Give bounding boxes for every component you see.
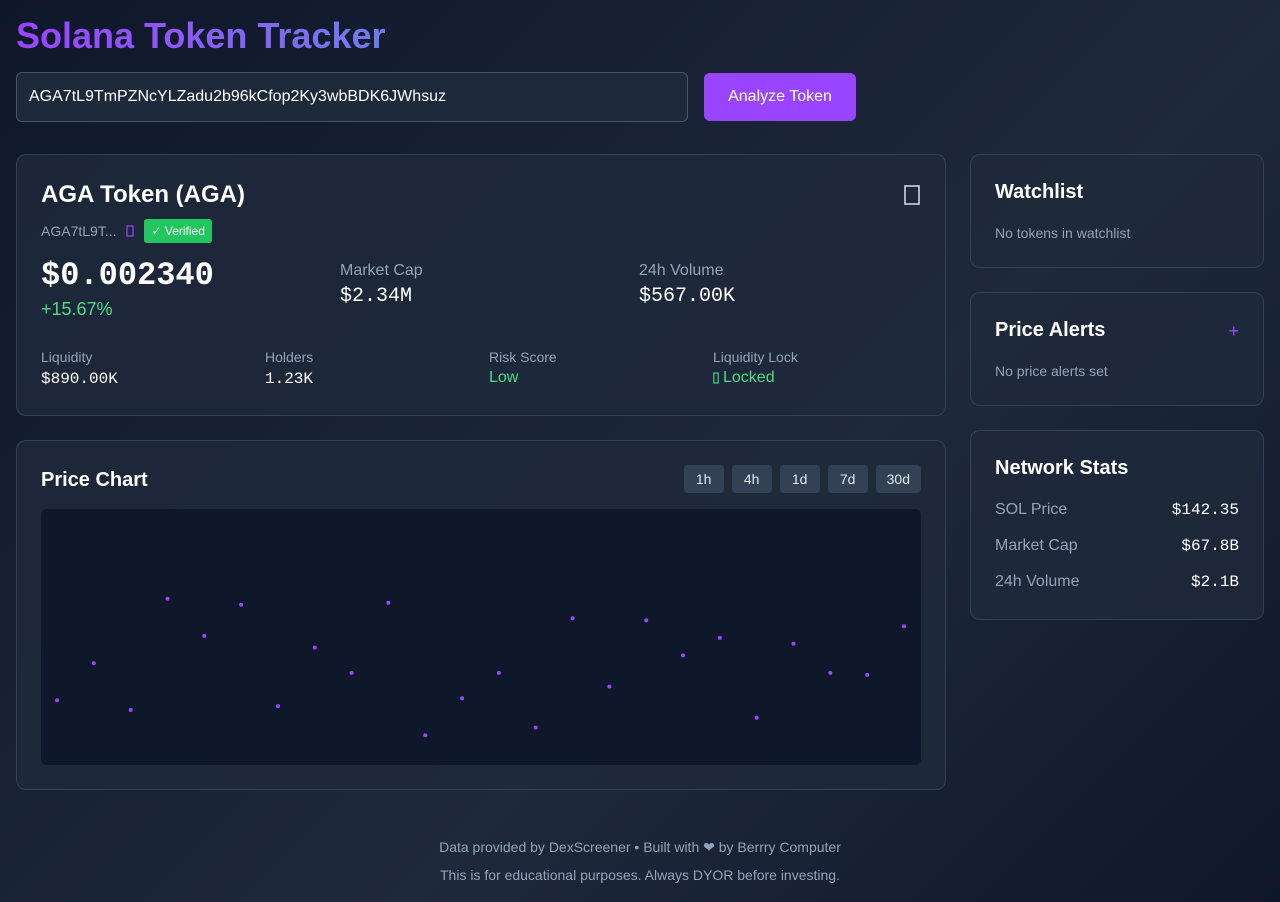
footer-disclaimer: This is for educational purposes. Always… — [440, 867, 840, 883]
lock-icon — [713, 372, 719, 384]
watchlist-empty: No tokens in watchlist — [995, 225, 1131, 241]
chart-point — [607, 684, 612, 689]
chart-point — [239, 602, 244, 607]
risk-score-label: Risk Score — [489, 349, 557, 365]
short-address: AGA7tL9T... — [41, 223, 117, 239]
liquidity-value: $890.00K — [41, 370, 118, 388]
risk-score-value: Low — [489, 369, 519, 386]
timeframe-button-7d[interactable]: 7d — [827, 465, 868, 493]
chart-point — [349, 670, 354, 675]
price-alerts-panel: Price Alerts + No price alerts set — [970, 292, 1264, 406]
timeframe-button-1d[interactable]: 1d — [779, 465, 820, 493]
watchlist-title: Watchlist — [995, 181, 1084, 203]
analyze-token-button[interactable]: Analyze Token — [704, 73, 856, 121]
network-stat-label: Market Cap — [995, 537, 1078, 554]
chart-point — [128, 708, 133, 712]
token-overview-card: AGA Token (AGA) AGA7tL9T... ✓ Verified $… — [16, 154, 946, 416]
liquidity-lock-value: Locked — [723, 369, 775, 386]
liquidity-lock-status: Locked — [713, 369, 775, 387]
token-address-row: AGA7tL9T... ✓ Verified — [41, 219, 212, 243]
verified-badge: ✓ Verified — [144, 219, 212, 243]
chart-point — [386, 600, 391, 605]
timeframe-button-4h[interactable]: 4h — [731, 465, 772, 493]
chart-point — [681, 653, 685, 658]
chart-point — [276, 704, 280, 709]
chart-area[interactable] — [41, 509, 921, 765]
chart-point — [202, 633, 207, 638]
chart-point — [496, 670, 501, 675]
star-icon[interactable] — [903, 183, 921, 207]
timeframe-selector: 1h 4h 1d 7d 30d — [683, 465, 921, 493]
token-price: $0.002340 — [41, 257, 214, 294]
chart-point — [165, 596, 170, 601]
chart-point — [570, 616, 575, 621]
liquidity-lock-label: Liquidity Lock — [713, 349, 798, 365]
chart-point — [791, 641, 796, 646]
price-alerts-empty: No price alerts set — [995, 363, 1108, 379]
price-chart-card: Price Chart 1h 4h 1d 7d 30d — [16, 440, 946, 790]
add-alert-button[interactable]: + — [1228, 321, 1239, 342]
token-address-input[interactable] — [16, 72, 688, 122]
holders-label: Holders — [265, 349, 314, 365]
chart-point — [644, 618, 649, 623]
chart-point — [312, 645, 317, 650]
token-name: AGA Token (AGA) — [41, 181, 245, 208]
network-stat-row: 24h Volume $2.1B — [995, 573, 1239, 591]
volume-value: $567.00K — [639, 285, 736, 308]
network-stat-label: 24h Volume — [995, 573, 1080, 590]
chart-point — [828, 670, 833, 675]
network-stat-value: $2.1B — [1190, 573, 1239, 591]
timeframe-button-1h[interactable]: 1h — [683, 465, 724, 493]
network-stat-label: SOL Price — [995, 501, 1068, 518]
price-chart-svg — [55, 596, 906, 738]
price-alerts-title: Price Alerts — [995, 319, 1106, 341]
network-stat-row: Market Cap $67.8B — [995, 537, 1239, 555]
copy-icon[interactable] — [124, 224, 136, 238]
network-stat-value: $142.35 — [1171, 501, 1239, 519]
chart-point — [717, 635, 722, 640]
chart-point — [902, 624, 906, 629]
timeframe-button-30d[interactable]: 30d — [875, 465, 921, 493]
chart-title: Price Chart — [41, 469, 148, 491]
chart-point — [55, 698, 59, 703]
price-change: +15.67% — [41, 299, 113, 319]
watchlist-panel: Watchlist No tokens in watchlist — [970, 154, 1264, 268]
chart-point — [865, 672, 870, 677]
chart-point — [91, 661, 96, 666]
chart-point — [460, 696, 465, 701]
chart-point — [754, 715, 759, 720]
volume-label: 24h Volume — [639, 262, 724, 279]
app-title: Solana Token Tracker — [16, 15, 386, 56]
footer-credits: Data provided by DexScreener • Built wit… — [439, 839, 841, 855]
network-stat-value: $67.8B — [1181, 537, 1239, 555]
market-cap-label: Market Cap — [340, 262, 423, 279]
network-stats-panel: Network Stats SOL Price $142.35 Market C… — [970, 430, 1264, 620]
chart-point — [423, 733, 428, 738]
holders-value: 1.23K — [265, 370, 314, 388]
liquidity-label: Liquidity — [41, 349, 93, 365]
market-cap-value: $2.34M — [340, 285, 413, 308]
network-stat-row: SOL Price $142.35 — [995, 501, 1239, 519]
chart-point — [533, 725, 538, 730]
network-stats-title: Network Stats — [995, 457, 1129, 479]
